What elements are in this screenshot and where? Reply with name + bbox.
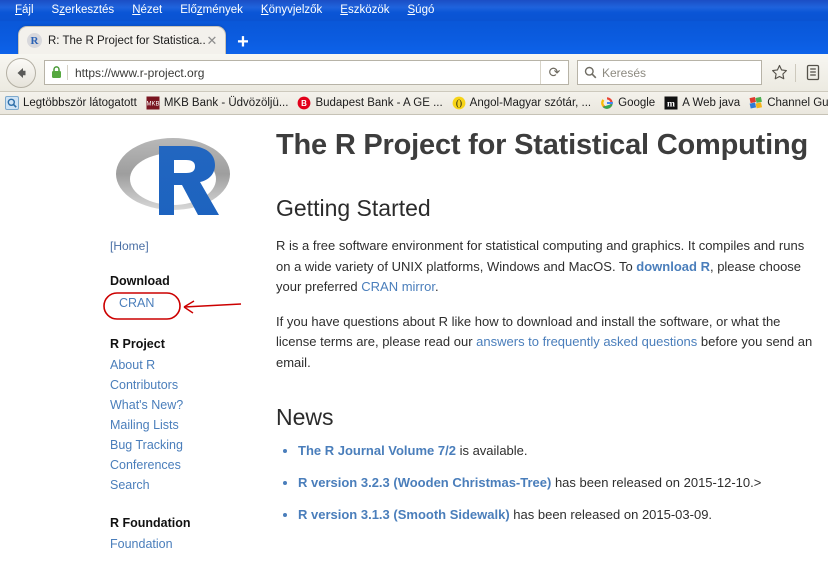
- channel-guide-icon: [749, 96, 763, 110]
- news-link-r-journal[interactable]: The R Journal Volume 7/2: [298, 443, 456, 458]
- menu-bar: Fájl Szerkesztés Nézet Előzmények Könyvj…: [0, 0, 828, 21]
- site-sidebar: [Home] Download CRAN R Project About R C…: [103, 130, 260, 554]
- mkb-bank-icon: MKB: [146, 96, 160, 110]
- news-heading: News: [276, 404, 334, 430]
- news-text: is available.: [455, 443, 528, 458]
- back-button[interactable]: [6, 57, 36, 88]
- search-input-placeholder[interactable]: Keresés: [602, 66, 646, 80]
- list-item: R version 3.2.3 (Wooden Christmas-Tree) …: [298, 473, 816, 493]
- new-tab-button[interactable]: +: [232, 32, 254, 53]
- tab-strip: R R: The R Project for Statistica... ✕ +: [0, 21, 828, 54]
- sidebar-heading-r-project: R Project: [110, 337, 165, 351]
- sidebar-item-cran[interactable]: CRAN: [119, 296, 154, 310]
- paragraph-intro: R is a free software environment for sta…: [276, 236, 816, 298]
- tab-title: R: The R Project for Statistica...: [48, 34, 205, 47]
- sidebar-item-whats-new[interactable]: What's New?: [110, 395, 260, 415]
- bookmark-label: Budapest Bank - A GE ...: [315, 97, 443, 109]
- library-icon: [806, 64, 820, 81]
- bookmark-label: MKB Bank - Üdvözöljü...: [163, 97, 289, 109]
- cran-mirror-link[interactable]: CRAN mirror: [361, 279, 435, 294]
- bookmark-label: Google: [618, 97, 656, 109]
- most-visited-icon: [5, 96, 19, 110]
- star-icon: [771, 64, 787, 80]
- svg-text:B: B: [302, 99, 308, 108]
- bookmark-dictionary[interactable]: () Angol-Magyar szótár, ...: [452, 96, 591, 110]
- sidebar-item-home[interactable]: [Home]: [110, 239, 260, 253]
- svg-text:MKB: MKB: [146, 102, 159, 108]
- url-bar[interactable]: https://www.r-project.org ⟳: [44, 60, 569, 85]
- bookmark-label: Channel Guide: [767, 97, 828, 109]
- sidebar-item-foundation[interactable]: Foundation: [110, 534, 260, 554]
- bookmark-label: A Web java: [682, 97, 741, 109]
- navigation-toolbar: https://www.r-project.org ⟳ Keresés: [0, 54, 828, 92]
- sidebar-item-search[interactable]: Search: [110, 475, 260, 495]
- menu-item-history[interactable]: Előzmények: [171, 0, 252, 21]
- sidebar-group-r-foundation: Foundation: [110, 534, 260, 554]
- bookmark-star-button[interactable]: [766, 60, 792, 86]
- sidebar-item-conferences[interactable]: Conferences: [110, 455, 260, 475]
- search-bar[interactable]: Keresés: [577, 60, 762, 85]
- sidebar-item-contributors[interactable]: Contributors: [110, 375, 260, 395]
- back-arrow-icon: [17, 67, 26, 78]
- sidebar-item-bug-tracking[interactable]: Bug Tracking: [110, 435, 260, 455]
- page-title: The R Project for Statistical Computing: [276, 129, 808, 161]
- m-icon: m: [664, 96, 678, 110]
- menu-item-bookmarks[interactable]: Könyvjelzők: [252, 0, 331, 21]
- sidebar-heading-r-foundation: R Foundation: [110, 516, 191, 530]
- paragraph-intro-text-c: .: [434, 279, 439, 294]
- sidebar-item-mailing-lists[interactable]: Mailing Lists: [110, 415, 260, 435]
- r-favicon-icon: R: [27, 33, 42, 48]
- bookmark-channel-guide[interactable]: Channel Guide: [749, 96, 828, 110]
- faq-link[interactable]: answers to frequently asked questions: [476, 334, 697, 349]
- library-button[interactable]: [800, 60, 826, 86]
- main-content: The R Project for Statistical Computing …: [276, 126, 816, 537]
- bookmark-label: Angol-Magyar szótár, ...: [469, 97, 592, 109]
- news-link-r-323[interactable]: R version 3.2.3 (Wooden Christmas-Tree): [298, 475, 551, 490]
- reload-button[interactable]: ⟳: [540, 61, 568, 84]
- sidebar-item-cran-wrapper: CRAN: [103, 292, 260, 320]
- r-logo: [112, 130, 234, 225]
- svg-text:m: m: [667, 100, 675, 110]
- bookmark-mkb-bank[interactable]: MKB MKB Bank - Üdvözöljü...: [146, 96, 289, 110]
- menu-item-edit[interactable]: Szerkesztés: [43, 0, 124, 21]
- bookmark-google[interactable]: Google: [600, 96, 655, 110]
- download-r-link[interactable]: download R: [636, 259, 710, 274]
- padlock-icon: [45, 66, 67, 79]
- google-icon: [600, 96, 614, 110]
- bookmarks-toolbar: Legtöbbször látogatott MKB MKB Bank - Üd…: [0, 92, 828, 115]
- bookmark-label: Legtöbbször látogatott: [23, 97, 137, 109]
- budapest-bank-icon: B: [297, 96, 311, 110]
- news-list: The R Journal Volume 7/2 is available. R…: [276, 441, 816, 525]
- paragraph-questions: If you have questions about R like how t…: [276, 312, 816, 374]
- tab-close-icon[interactable]: ✕: [205, 34, 219, 48]
- getting-started-heading: Getting Started: [276, 195, 431, 221]
- tab-r-project[interactable]: R R: The R Project for Statistica... ✕: [18, 26, 226, 54]
- list-item: R version 3.1.3 (Smooth Sidewalk) has be…: [298, 505, 816, 525]
- menu-item-view[interactable]: Nézet: [123, 0, 171, 21]
- sidebar-item-about-r[interactable]: About R: [110, 355, 260, 375]
- news-text: has been released on 2015-12-10.>: [551, 475, 762, 490]
- menu-item-file[interactable]: Fájl: [6, 0, 43, 21]
- magnifier-icon: [578, 66, 602, 79]
- page-content: [Home] Download CRAN R Project About R C…: [0, 116, 828, 584]
- sidebar-heading-download: Download: [110, 274, 170, 288]
- bookmark-budapest-bank[interactable]: B Budapest Bank - A GE ...: [297, 96, 443, 110]
- url-text[interactable]: https://www.r-project.org: [68, 66, 540, 80]
- news-text: has been released on 2015-03-09.: [509, 507, 713, 522]
- toolbar-separator: [795, 63, 796, 82]
- bookmark-web-java[interactable]: m A Web java: [664, 96, 740, 110]
- menu-item-help[interactable]: Súgó: [399, 0, 444, 21]
- menu-item-tools[interactable]: Eszközök: [331, 0, 398, 21]
- news-link-r-313[interactable]: R version 3.1.3 (Smooth Sidewalk): [298, 507, 510, 522]
- dictionary-icon: (): [452, 96, 466, 110]
- bookmark-most-visited[interactable]: Legtöbbször látogatott: [5, 96, 137, 110]
- browser-window: Fájl Szerkesztés Nézet Előzmények Könyvj…: [0, 0, 828, 584]
- list-item: The R Journal Volume 7/2 is available.: [298, 441, 816, 461]
- svg-text:(): (): [456, 98, 462, 108]
- sidebar-group-r-project: About R Contributors What's New? Mailing…: [110, 355, 260, 495]
